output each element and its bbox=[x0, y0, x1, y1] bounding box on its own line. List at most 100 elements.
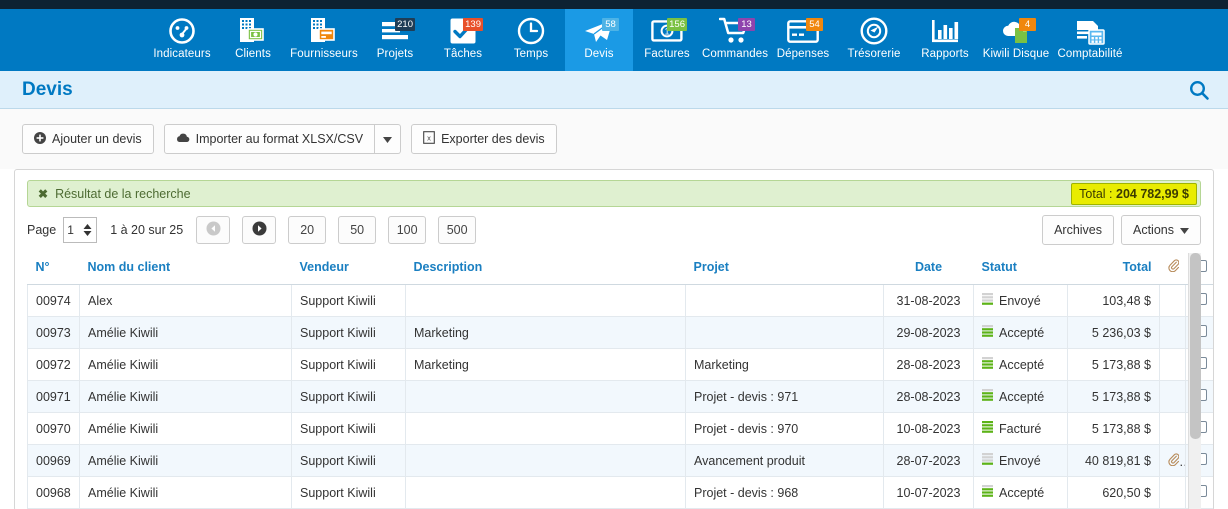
column-header-description[interactable]: Description bbox=[405, 253, 686, 285]
nav-item-rapports[interactable]: Rapports bbox=[911, 9, 979, 71]
page-header-bar: Devis bbox=[0, 71, 1228, 109]
nav-item-comptabilit[interactable]: Comptabilité bbox=[1053, 9, 1127, 71]
cell-numero[interactable]: 00969 bbox=[27, 444, 80, 477]
export-devis-button[interactable]: x Exporter des devis bbox=[411, 124, 557, 154]
cell-numero[interactable]: 00970 bbox=[27, 412, 80, 445]
column-header-date[interactable]: Date bbox=[883, 253, 974, 285]
search-icon[interactable] bbox=[1188, 79, 1210, 101]
status-level-icon bbox=[982, 356, 993, 373]
paperclip-icon[interactable] bbox=[1168, 452, 1180, 469]
nav-item-temps[interactable]: Temps bbox=[497, 9, 565, 71]
column-header-vendeur[interactable]: Vendeur bbox=[291, 253, 406, 285]
import-dropdown-toggle[interactable] bbox=[375, 124, 402, 154]
column-header-projet[interactable]: Projet bbox=[685, 253, 884, 285]
credit-card-icon: 54 bbox=[781, 16, 825, 46]
cell-numero[interactable]: 00968 bbox=[27, 476, 80, 509]
nav-item-fournisseurs[interactable]: Fournisseurs bbox=[287, 9, 361, 71]
cell-projet: Marketing bbox=[685, 348, 884, 381]
nav-badge: 210 bbox=[395, 18, 415, 31]
cell-client[interactable]: Amélie Kiwili bbox=[79, 476, 292, 509]
nav-item-d-penses[interactable]: 54 Dépenses bbox=[769, 9, 837, 71]
cell-attachment[interactable] bbox=[1159, 444, 1186, 477]
table-row[interactable]: 00970 Amélie Kiwili Support Kiwili Projet -… bbox=[27, 412, 1213, 445]
column-header-numero[interactable]: N° bbox=[27, 253, 80, 285]
nav-item-clients[interactable]: Clients bbox=[219, 9, 287, 71]
column-header-statut[interactable]: Statut bbox=[973, 253, 1068, 285]
nav-item-indicateurs[interactable]: Indicateurs bbox=[145, 9, 219, 71]
cell-date: 28-08-2023 bbox=[883, 348, 974, 381]
search-result-banner: ✖ Résultat de la recherche Total : 204 7… bbox=[27, 180, 1201, 207]
total-value: 204 782,99 $ bbox=[1116, 186, 1189, 201]
cell-numero[interactable]: 00974 bbox=[27, 284, 80, 317]
plus-circle-icon bbox=[34, 131, 46, 147]
nav-item-label: Temps bbox=[513, 48, 549, 60]
nav-badge: 4 bbox=[1019, 18, 1036, 31]
add-devis-button[interactable]: Ajouter un devis bbox=[22, 124, 154, 154]
cart-icon: 13 bbox=[713, 16, 757, 46]
archives-button[interactable]: Archives bbox=[1042, 215, 1114, 245]
nav-item-label: Tâches bbox=[443, 48, 483, 60]
cell-attachment bbox=[1159, 348, 1186, 381]
cell-vendeur: Support Kiwili bbox=[291, 316, 406, 349]
page-size-20-button[interactable]: 20 bbox=[288, 216, 327, 244]
import-button-group: Importer au format XLSX/CSV bbox=[163, 124, 402, 154]
nav-item-t-ches[interactable]: 139 Tâches bbox=[429, 9, 497, 71]
cell-projet: Projet - devis : 971 bbox=[685, 380, 884, 413]
nav-item-label: Dépenses bbox=[776, 48, 830, 60]
import-button[interactable]: Importer au format XLSX/CSV bbox=[163, 124, 376, 154]
page-size-500-button[interactable]: 500 bbox=[438, 216, 477, 244]
vertical-scrollbar[interactable] bbox=[1188, 253, 1201, 509]
cell-client[interactable]: Amélie Kiwili bbox=[79, 412, 292, 445]
previous-page-button[interactable] bbox=[196, 216, 231, 244]
page-size-50-button[interactable]: 50 bbox=[338, 216, 377, 244]
cell-numero[interactable]: 00973 bbox=[27, 316, 80, 349]
status-level-icon bbox=[982, 484, 993, 501]
cell-client[interactable]: Amélie Kiwili bbox=[79, 316, 292, 349]
table-row[interactable]: 00969 Amélie Kiwili Support Kiwili Avanceme… bbox=[27, 444, 1213, 477]
next-page-button[interactable] bbox=[242, 216, 277, 244]
close-icon[interactable]: ✖ bbox=[38, 187, 48, 201]
scrollbar-thumb[interactable] bbox=[1190, 253, 1201, 439]
cell-numero[interactable]: 00971 bbox=[27, 380, 80, 413]
cell-attachment bbox=[1159, 476, 1186, 509]
table-row[interactable]: 00973 Amélie Kiwili Support Kiwili Marketin… bbox=[27, 316, 1213, 349]
table-row[interactable]: 00972 Amélie Kiwili Support Kiwili Marketin… bbox=[27, 348, 1213, 381]
stepper-arrows-icon[interactable] bbox=[82, 223, 93, 237]
nav-item-label: Devis bbox=[584, 48, 614, 60]
cell-vendeur: Support Kiwili bbox=[291, 476, 406, 509]
cloud-file-icon: 4 bbox=[994, 16, 1038, 46]
column-header-total[interactable]: Total bbox=[1067, 253, 1160, 285]
table-header: N° Nom du client Vendeur Description Pro… bbox=[27, 253, 1213, 285]
page-size-100-button[interactable]: 100 bbox=[388, 216, 427, 244]
cell-client[interactable]: Amélie Kiwili bbox=[79, 380, 292, 413]
cell-vendeur: Support Kiwili bbox=[291, 284, 406, 317]
table-row[interactable]: 00971 Amélie Kiwili Support Kiwili Projet -… bbox=[27, 380, 1213, 413]
table-row[interactable]: 00974 Alex Support Kiwili 31-08-2023 Envoyé 1… bbox=[27, 284, 1213, 317]
column-header-client[interactable]: Nom du client bbox=[79, 253, 292, 285]
table-row[interactable]: 00968 Amélie Kiwili Support Kiwili Projet -… bbox=[27, 476, 1213, 509]
cell-numero[interactable]: 00972 bbox=[27, 348, 80, 381]
nav-item-factures[interactable]: 1 156 Factures bbox=[633, 9, 701, 71]
cell-attachment bbox=[1159, 380, 1186, 413]
nav-item-devis[interactable]: 58 Devis bbox=[565, 9, 633, 71]
cell-description bbox=[405, 380, 686, 413]
cell-client[interactable]: Amélie Kiwili bbox=[79, 348, 292, 381]
ledger-icon bbox=[1068, 16, 1112, 46]
page-number-input[interactable] bbox=[67, 223, 81, 237]
nav-item-label: Rapports bbox=[921, 48, 969, 60]
nav-item-commandes[interactable]: 13 Commandes bbox=[701, 9, 769, 71]
nav-item-projets[interactable]: 210 Projets bbox=[361, 9, 429, 71]
cell-attachment bbox=[1159, 412, 1186, 445]
status-label: Envoyé bbox=[999, 293, 1041, 308]
status-label: Accepté bbox=[999, 389, 1045, 404]
nav-item-kiwili-disque[interactable]: 4 Kiwili Disque bbox=[979, 9, 1053, 71]
action-toolbar: Ajouter un devis Importer au format XLSX… bbox=[0, 109, 1228, 169]
page-number-stepper[interactable] bbox=[63, 217, 98, 243]
cell-client[interactable]: Alex bbox=[79, 284, 292, 317]
cell-client[interactable]: Amélie Kiwili bbox=[79, 444, 292, 477]
devis-table: N° Nom du client Vendeur Description Pro… bbox=[27, 253, 1213, 509]
nav-item-tr-sorerie[interactable]: Trésorerie bbox=[837, 9, 911, 71]
actions-button[interactable]: Actions bbox=[1121, 215, 1201, 245]
cell-description: Marketing bbox=[405, 316, 686, 349]
nav-item-label: Clients bbox=[235, 48, 271, 60]
